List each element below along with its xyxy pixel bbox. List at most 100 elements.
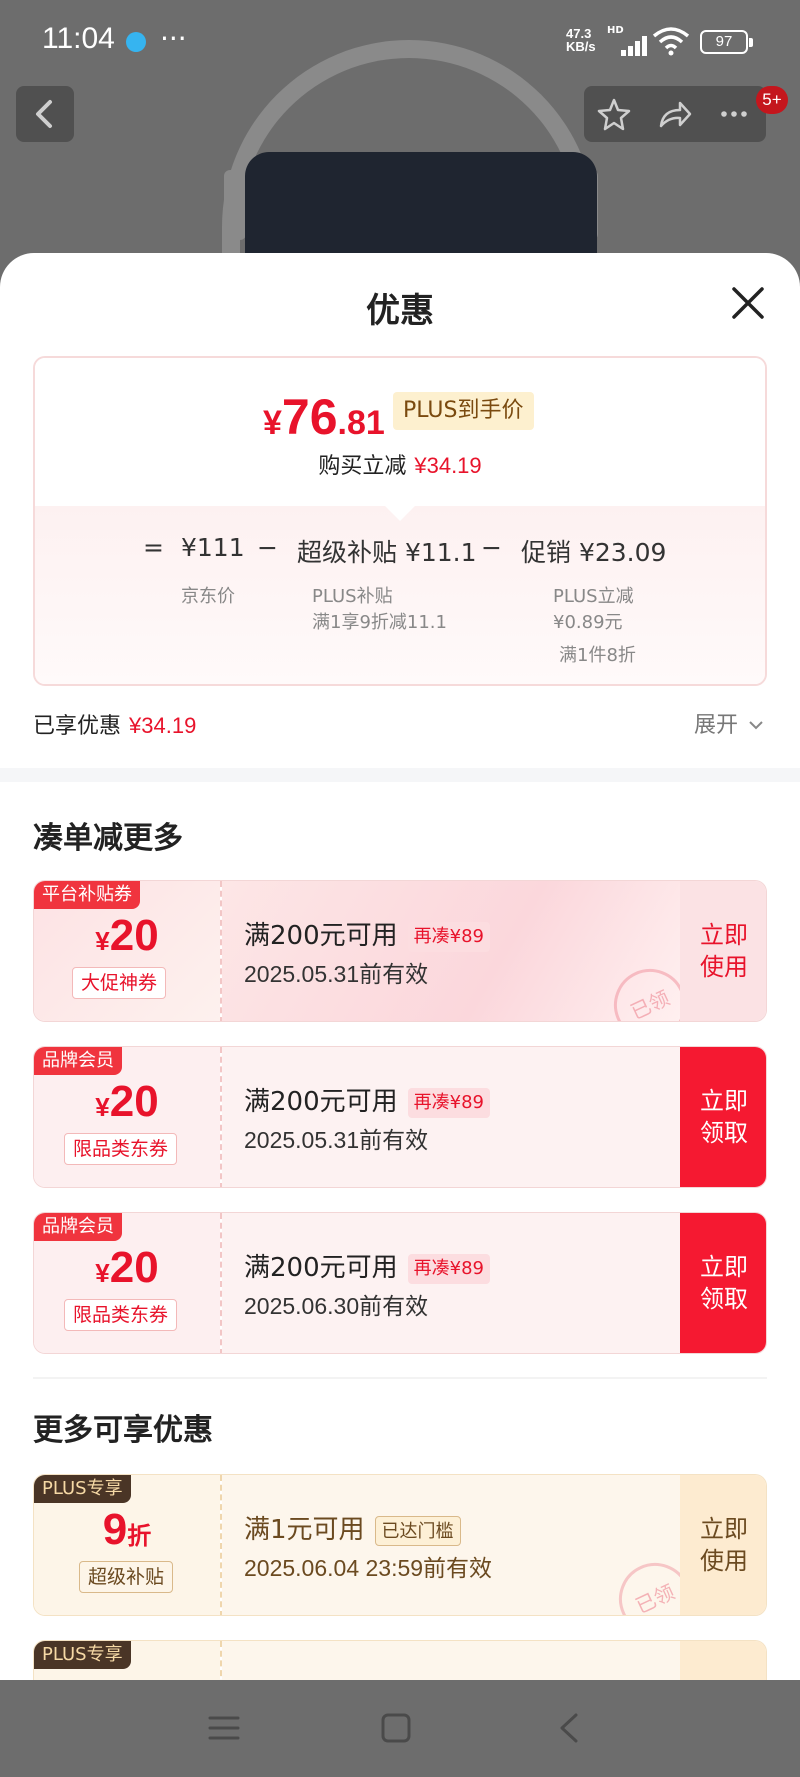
final-price-symbol: ¥ bbox=[263, 404, 282, 442]
close-icon[interactable] bbox=[728, 283, 768, 323]
battery-icon: 97 bbox=[700, 30, 753, 54]
menu-icon[interactable] bbox=[206, 1710, 242, 1746]
coupon-kind: 限品类东券 bbox=[64, 1299, 178, 1331]
use-coupon-button[interactable]: 立即 使用 bbox=[680, 881, 766, 1021]
coupon-action-button[interactable] bbox=[680, 1641, 766, 1680]
system-navigation-bar bbox=[0, 1680, 800, 1777]
coupon-more-badge: 再凑¥89 bbox=[407, 1253, 490, 1284]
coupon-valid: 2025.06.04 23:59前有效 bbox=[244, 1555, 493, 1581]
final-price-area bbox=[35, 358, 765, 506]
action-line-1: 立即 bbox=[700, 1087, 748, 1115]
coupon-card: 平台补贴券 ¥20 大促神券 满200元可用 再凑¥89 2025.05.31前有… bbox=[33, 880, 767, 1022]
coupon-symbol: ¥ bbox=[95, 1258, 110, 1288]
app-notification-icon bbox=[126, 32, 146, 52]
coupon-tag: 品牌会员 bbox=[34, 1213, 122, 1241]
expand-toggle[interactable]: 展开 bbox=[694, 707, 765, 739]
promo-amount: ¥0.89元 bbox=[553, 612, 623, 633]
coupon-symbol: ¥ bbox=[95, 926, 110, 956]
status-more: ··· bbox=[160, 22, 187, 55]
back-button[interactable] bbox=[16, 86, 74, 142]
favorite-button[interactable] bbox=[584, 86, 644, 142]
expand-label: 展开 bbox=[694, 713, 739, 738]
subsidy-note: 满1享9折减11.1 bbox=[312, 612, 447, 633]
final-price: ¥76.81 bbox=[263, 388, 385, 446]
formula-minus-2: − bbox=[481, 533, 502, 562]
section-divider bbox=[0, 768, 800, 782]
message-badge: 5+ bbox=[756, 86, 788, 114]
coupon-kind: 大促神券 bbox=[72, 967, 167, 999]
coupon-card: PLUS专享 bbox=[33, 1640, 767, 1680]
coupon-amount: ¥20 bbox=[34, 1243, 220, 1293]
coupon-card: 品牌会员 ¥20 限品类东券 满200元可用 再凑¥89 2025.06.30前有… bbox=[33, 1212, 767, 1354]
coupon-value: 20 bbox=[109, 1243, 159, 1292]
status-bar: 11:04 ··· 47.3 KB/s HD 97 bbox=[0, 0, 800, 86]
claim-coupon-button[interactable]: 立即 领取 bbox=[680, 1047, 766, 1187]
formula-minus-1: − bbox=[257, 533, 278, 562]
chevron-left-icon bbox=[36, 100, 52, 128]
coupon-tag: 平台补贴券 bbox=[34, 881, 140, 909]
action-line-2: 使用 bbox=[700, 953, 748, 981]
action-line-1: 立即 bbox=[700, 1253, 748, 1281]
product-actions bbox=[584, 86, 766, 142]
coupon-condition-text: 满200元可用 bbox=[244, 921, 398, 951]
coupon-unit: 折 bbox=[127, 1523, 152, 1550]
coupon-more-badge: 再凑¥89 bbox=[407, 921, 490, 952]
reduce-label: 购买立减 bbox=[318, 454, 407, 479]
network-speed: 47.3 KB/s bbox=[566, 27, 596, 53]
home-square-icon[interactable] bbox=[378, 1710, 414, 1746]
share-icon bbox=[659, 101, 692, 128]
chevron-down-icon bbox=[749, 721, 763, 730]
coupon-kind: 超级补贴 bbox=[79, 1561, 174, 1593]
coupon-kind: 限品类东券 bbox=[64, 1133, 178, 1165]
coupon-value: 20 bbox=[109, 911, 159, 960]
formula-base-price: ¥111 bbox=[181, 533, 245, 562]
coupon-condition-text: 满200元可用 bbox=[244, 1253, 398, 1283]
back-triangle-icon[interactable] bbox=[552, 1710, 588, 1746]
coupon-amount: 9折 bbox=[34, 1505, 220, 1555]
share-button[interactable] bbox=[644, 86, 704, 142]
base-price-label: 京东价 bbox=[181, 586, 235, 607]
enjoyed-discount: 已享优惠 ¥34.19 bbox=[33, 708, 196, 740]
promo-label: PLUS立减 bbox=[553, 586, 634, 607]
coupon-tag: PLUS专享 bbox=[34, 1475, 131, 1503]
coupon-body bbox=[222, 1641, 680, 1680]
status-time: 11:04 bbox=[42, 22, 115, 55]
section-separator bbox=[33, 1377, 767, 1379]
more-button[interactable] bbox=[704, 86, 764, 142]
coupon-condition-text: 满200元可用 bbox=[244, 1087, 398, 1117]
coupon-amount: ¥20 bbox=[34, 1077, 220, 1127]
coupon-valid: 2025.05.31前有效 bbox=[244, 961, 429, 987]
more-icon bbox=[721, 111, 747, 117]
use-coupon-button[interactable]: 立即 使用 bbox=[680, 1475, 766, 1615]
coupon-value: 20 bbox=[109, 1077, 159, 1126]
network-type: HD bbox=[607, 25, 624, 36]
coupon-condition: 满200元可用 再凑¥89 bbox=[244, 1081, 490, 1118]
final-price-decimal: .81 bbox=[337, 404, 385, 442]
final-price-integer: 76 bbox=[281, 389, 338, 445]
signal-icon bbox=[607, 36, 647, 56]
action-line-2: 领取 bbox=[700, 1119, 748, 1147]
claim-coupon-button[interactable]: 立即 领取 bbox=[680, 1213, 766, 1353]
reduce-line: 购买立减 ¥34.19 bbox=[35, 448, 765, 480]
bundle-section-title: 凑单减更多 bbox=[33, 821, 183, 856]
price-breakdown-card: ¥76.81 PLUS到手价 购买立减 ¥34.19 = ¥111 − 超级补贴 … bbox=[33, 356, 767, 686]
formula-subsidy: 超级补贴 ¥11.1 bbox=[297, 538, 477, 567]
coupon-condition: 满200元可用 再凑¥89 bbox=[244, 915, 490, 952]
subsidy-label: PLUS补贴 bbox=[312, 586, 393, 607]
coupon-valid: 2025.06.30前有效 bbox=[244, 1293, 429, 1319]
network-speed-unit: KB/s bbox=[566, 39, 596, 54]
coupon-card: 品牌会员 ¥20 限品类东券 满200元可用 再凑¥89 2025.05.31前有… bbox=[33, 1046, 767, 1188]
product-image-handle-left bbox=[224, 170, 246, 240]
coupon-value: 9 bbox=[102, 1505, 128, 1554]
coupon-card: PLUS专享 9折 超级补贴 满1元可用 已达门槛 2025.06.04 23:5… bbox=[33, 1474, 767, 1616]
coupon-condition: 满200元可用 再凑¥89 bbox=[244, 1247, 490, 1284]
coupon-valid: 2025.05.31前有效 bbox=[244, 1127, 429, 1153]
plus-price-tag: PLUS到手价 bbox=[393, 392, 534, 430]
coupon-symbol: ¥ bbox=[95, 1092, 110, 1122]
reduce-amount: ¥34.19 bbox=[414, 453, 482, 478]
sheet-title: 优惠 bbox=[366, 291, 434, 331]
discount-sheet: 优惠 ¥76.81 PLUS到手价 购买立减 ¥34.19 = ¥111 − 超级… bbox=[0, 253, 800, 1680]
action-line-2: 使用 bbox=[700, 1547, 748, 1575]
coupon-threshold-badge: 已达门槛 bbox=[374, 1515, 461, 1546]
coupon-amount: ¥20 bbox=[34, 911, 220, 961]
